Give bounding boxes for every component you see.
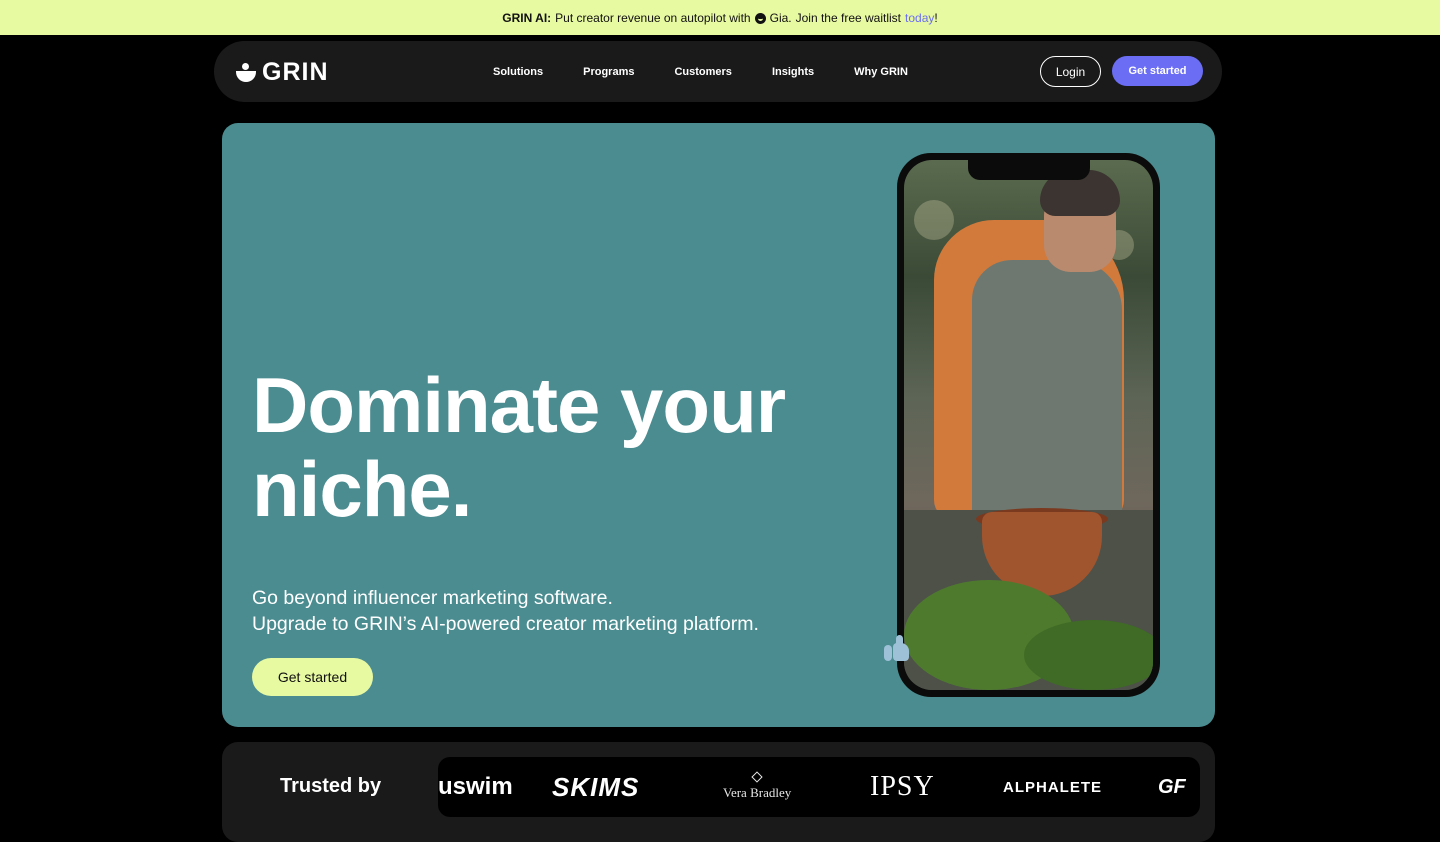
announcement-text-after: Join the free waitlist xyxy=(795,10,902,25)
grin-logo[interactable]: GRIN xyxy=(236,58,329,87)
nav-item-solutions[interactable]: Solutions xyxy=(493,66,543,78)
announcement-bar: GRIN AI: Put creator revenue on autopilo… xyxy=(0,0,1440,35)
announcement-text: Put creator revenue on autopilot with xyxy=(555,10,751,25)
brand-logo-skims: SKIMS xyxy=(552,771,640,802)
brand-logo-alphalete: ALPHALETE xyxy=(1003,778,1102,796)
brand-logo-ipsy: IPSY xyxy=(870,771,935,802)
nav-item-customers[interactable]: Customers xyxy=(674,66,731,78)
phone-notch xyxy=(968,160,1090,180)
brand-logo-uswim: uswim xyxy=(438,773,513,800)
hero-headline: Dominate your niche. xyxy=(252,363,852,531)
phone-video[interactable] xyxy=(904,160,1153,690)
herbs-2 xyxy=(1024,620,1153,690)
vera-bradley-text: Vera Bradley xyxy=(723,785,792,800)
nav-item-why-grin[interactable]: Why GRIN xyxy=(854,66,908,78)
gia-name: Gia. xyxy=(769,10,792,25)
announcement-bold: GRIN AI: xyxy=(502,10,552,25)
login-button[interactable]: Login xyxy=(1040,56,1101,87)
gia-icon xyxy=(754,13,766,24)
nav-item-insights[interactable]: Insights xyxy=(772,66,814,78)
trusted-by-section: Trusted by uswim SKIMS Vera Bradley IPSY… xyxy=(222,742,1215,842)
vera-bradley-diamond-icon xyxy=(751,771,763,783)
grin-logo-mark-icon xyxy=(236,62,256,83)
waitlist-link[interactable]: today xyxy=(905,11,934,25)
brand-logo-gf: GF xyxy=(1158,775,1186,798)
top-nav: GRIN Solutions Programs Customers Insigh… xyxy=(214,41,1222,102)
subtitle-line-2: Upgrade to GRIN’s AI-powered creator mar… xyxy=(252,613,759,635)
hero-subtitle: Go beyond influencer marketing software.… xyxy=(252,585,872,637)
hero-get-started-button[interactable]: Get started xyxy=(252,658,373,696)
main-menu: Solutions Programs Customers Insights Wh… xyxy=(493,41,948,102)
nav-get-started-button[interactable]: Get started xyxy=(1112,56,1203,86)
nav-item-programs[interactable]: Programs xyxy=(583,66,634,78)
headline-line-1: Dominate your xyxy=(252,361,786,449)
headline-line-2: niche. xyxy=(252,445,472,533)
person-vest xyxy=(972,260,1122,540)
hero-section: Dominate your niche. Go beyond influence… xyxy=(222,123,1215,727)
thumbs-up-icon xyxy=(884,635,912,663)
phone-mockup xyxy=(897,153,1160,697)
trusted-by-label: Trusted by xyxy=(280,775,382,797)
logo-text: GRIN xyxy=(262,58,329,86)
subtitle-line-1: Go beyond influencer marketing software. xyxy=(252,587,613,609)
brand-logo-strip: uswim SKIMS Vera Bradley IPSY ALPHALETE … xyxy=(438,757,1200,817)
brand-logo-vera-bradley: Vera Bradley xyxy=(723,757,791,817)
announcement-end: ! xyxy=(934,10,938,25)
